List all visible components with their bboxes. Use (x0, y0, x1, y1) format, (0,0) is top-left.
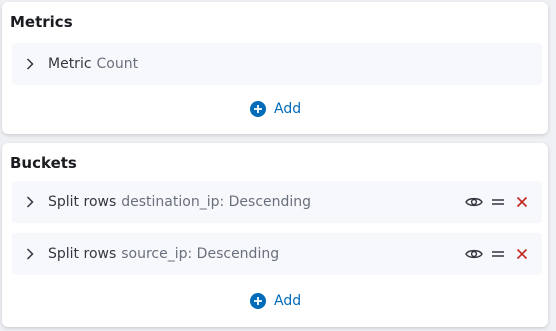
add-metric-label: Add (274, 101, 302, 117)
metric-row-count[interactable]: Metric Count (12, 43, 542, 85)
add-bucket-button[interactable]: Add (250, 293, 301, 309)
bucket-row-source-ip[interactable]: Split rows source_ip: Descending (12, 233, 542, 275)
metric-row-description: Count (96, 56, 139, 72)
drag-handle-icon[interactable] (488, 244, 508, 264)
plus-circle-icon (250, 293, 266, 309)
bucket-row-actions (464, 233, 532, 275)
buckets-panel: Buckets Split rows destination_ip: Desce… (2, 143, 548, 327)
eye-icon[interactable] (464, 244, 484, 264)
plus-circle-icon (250, 101, 266, 117)
chevron-right-icon[interactable] (26, 58, 34, 70)
metric-row-label: Metric (48, 56, 92, 72)
drag-handle-icon[interactable] (488, 192, 508, 212)
add-metric-button[interactable]: Add (250, 101, 301, 117)
bucket-row-label: Split rows (48, 194, 117, 210)
chevron-right-icon[interactable] (26, 248, 34, 260)
close-icon[interactable] (512, 244, 532, 264)
bucket-row-description: source_ip: Descending (121, 246, 280, 262)
bucket-row-label: Split rows (48, 246, 117, 262)
buckets-title: Buckets (10, 154, 77, 172)
metrics-title: Metrics (10, 13, 73, 31)
eye-icon[interactable] (464, 192, 484, 212)
close-icon[interactable] (512, 192, 532, 212)
chevron-right-icon[interactable] (26, 196, 34, 208)
bucket-row-actions (464, 181, 532, 223)
metrics-panel: Metrics Metric Count Add (2, 2, 548, 134)
add-bucket-label: Add (274, 293, 302, 309)
bucket-row-destination-ip[interactable]: Split rows destination_ip: Descending (12, 181, 542, 223)
bucket-row-description: destination_ip: Descending (121, 194, 312, 210)
